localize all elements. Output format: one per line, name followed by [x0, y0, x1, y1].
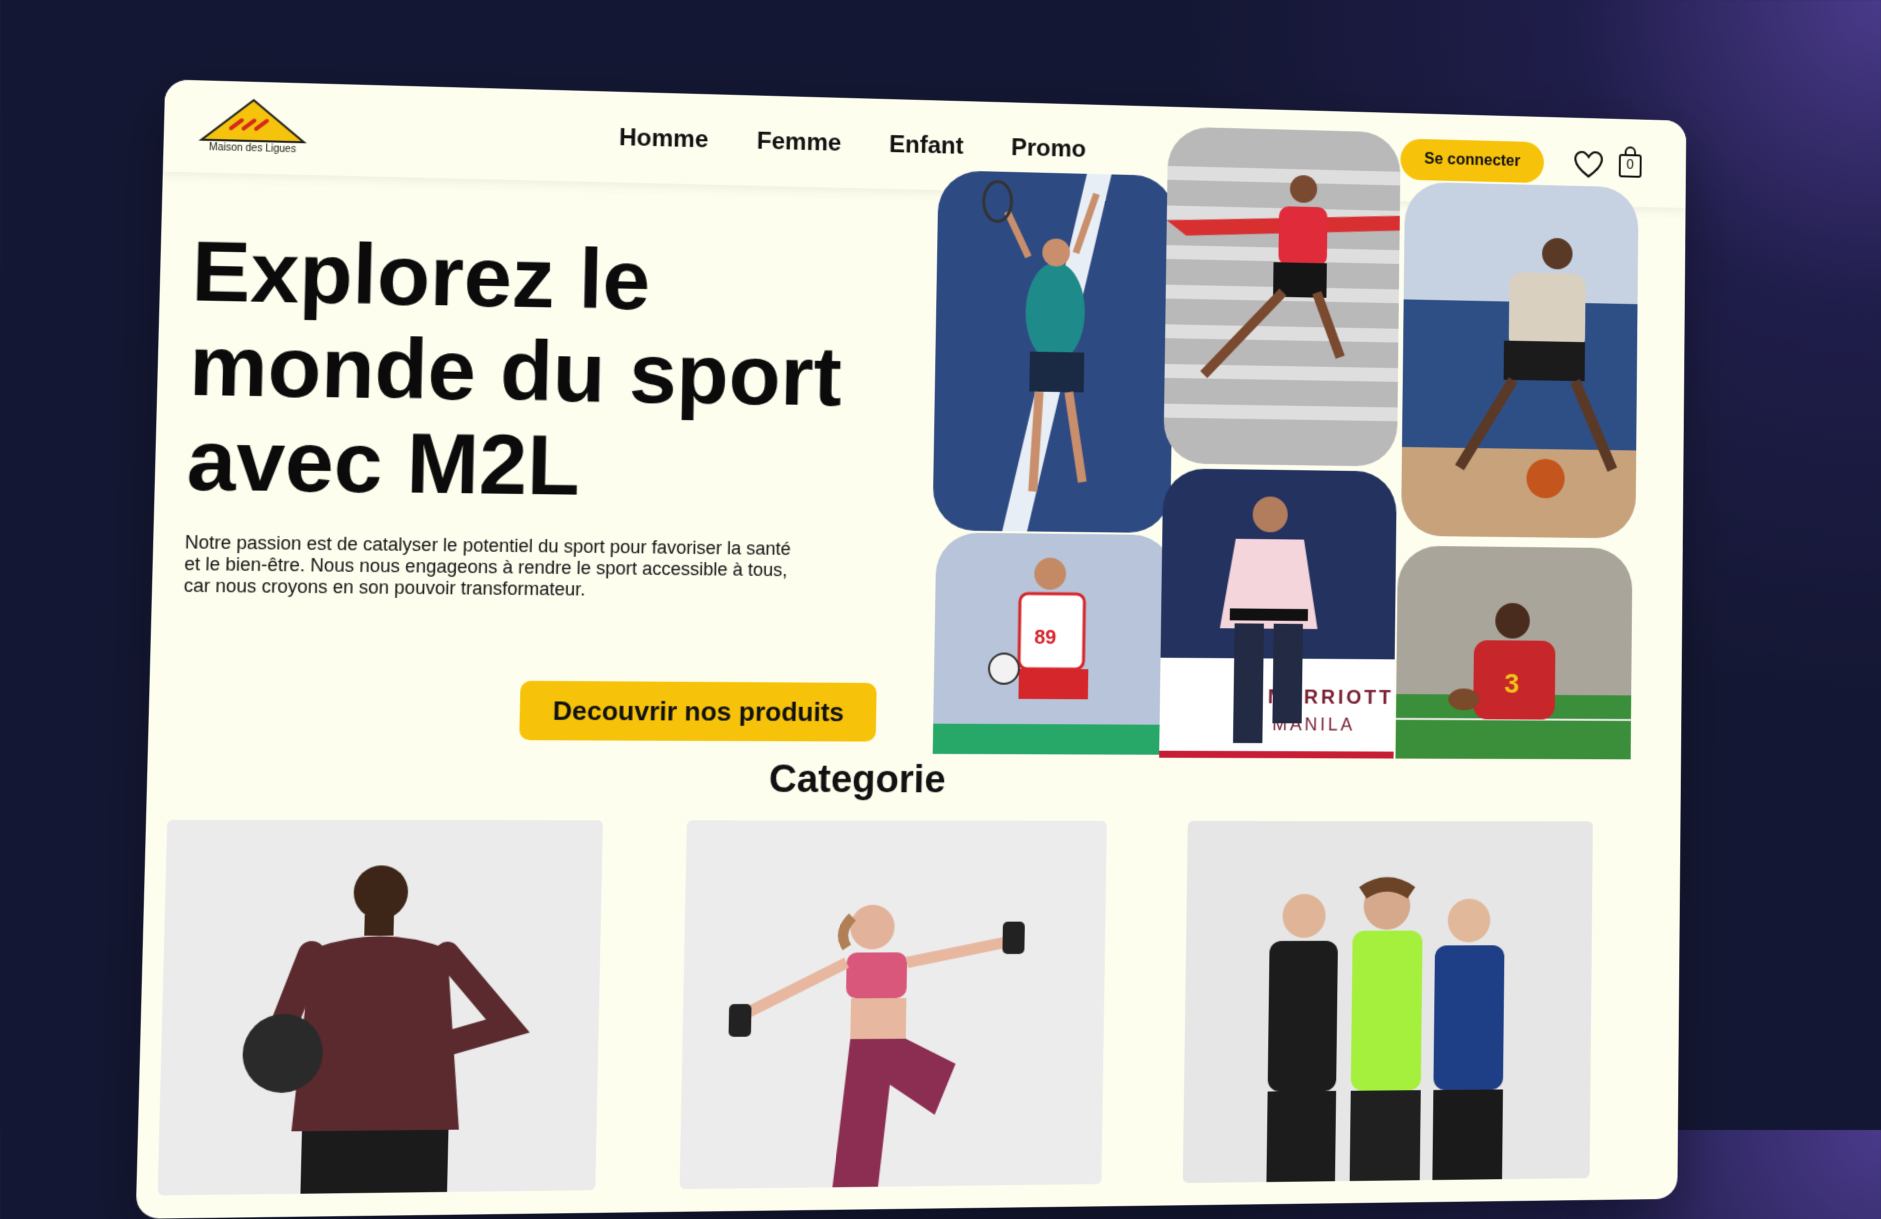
nav-item-enfant[interactable]: Enfant — [889, 131, 964, 161]
photo-handball: 89 — [932, 532, 1175, 755]
categories-title: Categorie — [768, 758, 946, 802]
cart-count: 0 — [1626, 156, 1634, 172]
nav-item-femme[interactable]: Femme — [757, 128, 842, 158]
photo-football: 3 — [1395, 545, 1633, 760]
photo-runner — [1163, 126, 1401, 467]
nav-item-homme[interactable]: Homme — [619, 124, 709, 154]
hero-title-line2: monde du sport — [188, 316, 843, 424]
hero-title: Explorez le monde du sport avec M2L — [185, 222, 910, 515]
nav-item-promo[interactable]: Promo — [1011, 134, 1086, 164]
logo-triangle-icon — [195, 97, 311, 147]
page-card: Maison des Ligues Homme Femme Enfant Pro… — [135, 79, 1687, 1219]
hero-title-line3: avec M2L — [185, 411, 581, 513]
heart-icon[interactable] — [1574, 151, 1603, 179]
photo-basketball — [1400, 181, 1639, 539]
photo-tennis — [932, 170, 1176, 534]
login-button[interactable]: Se connecter — [1400, 138, 1545, 184]
category-card-enfant[interactable] — [1182, 820, 1593, 1184]
main-nav: Homme Femme Enfant Promo — [619, 124, 1087, 164]
hero-description: Notre passion est de catalyser le potent… — [183, 531, 792, 600]
logo[interactable]: Maison des Ligues — [195, 97, 311, 161]
hero-title-line1: Explorez le — [190, 222, 652, 328]
logo-text: Maison des Ligues — [208, 141, 297, 156]
discover-products-button[interactable]: Decouvrir nos produits — [519, 680, 877, 742]
football-number: 3 — [1504, 667, 1519, 698]
category-card-homme[interactable] — [157, 819, 603, 1196]
shopping-bag-icon[interactable]: 0 — [1618, 146, 1643, 178]
photo-taekwondo: MARRIOTT MANILA — [1159, 468, 1397, 759]
handball-number: 89 — [1034, 627, 1056, 649]
category-card-femme[interactable] — [679, 820, 1107, 1190]
